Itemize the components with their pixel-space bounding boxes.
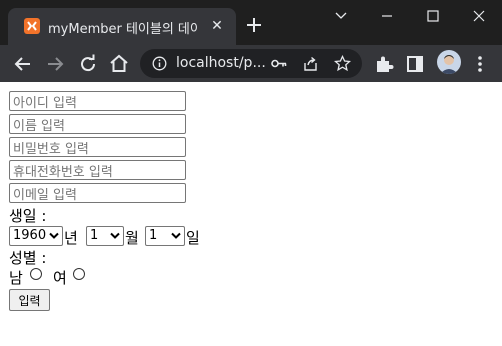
submit-button[interactable]: 입력	[9, 289, 50, 311]
day-value: 1	[149, 228, 158, 243]
day-select[interactable]: 1	[145, 226, 185, 246]
chevron-down-icon	[110, 232, 120, 239]
share-icon[interactable]	[302, 55, 319, 72]
back-arrow-icon[interactable]	[11, 52, 35, 76]
url-text: localhost/p...	[176, 55, 266, 71]
tab-strip: myMember 테이블의 데이터 ✕	[0, 0, 502, 45]
year-suffix: 년	[64, 229, 78, 247]
profile-avatar[interactable]	[437, 50, 461, 74]
chevron-down-icon	[49, 232, 59, 239]
tab-close-icon[interactable]: ✕	[208, 17, 226, 35]
address-bar[interactable]: localhost/p...	[140, 49, 362, 78]
password-field[interactable]	[9, 137, 186, 159]
new-tab-icon[interactable]	[243, 14, 265, 36]
female-radio[interactable]	[73, 268, 85, 280]
forward-arrow-icon[interactable]	[43, 52, 67, 76]
chevron-down-icon[interactable]	[318, 0, 364, 32]
page-content: 생일 : 1960 년 1 월 1 일 성별 : 남 여 입력	[0, 82, 502, 346]
male-radio[interactable]	[30, 268, 42, 280]
phone-field[interactable]	[9, 160, 186, 182]
birthday-label: 생일 :	[9, 207, 47, 225]
side-panel-icon[interactable]	[403, 52, 427, 76]
gender-label: 성별 :	[9, 249, 47, 267]
month-value: 1	[90, 228, 99, 243]
id-input[interactable]	[10, 94, 181, 113]
month-suffix: 월	[125, 229, 139, 247]
year-select[interactable]: 1960	[9, 226, 63, 246]
minimize-icon[interactable]	[364, 0, 410, 32]
browser-toolbar: localhost/p...	[0, 45, 502, 82]
chevron-down-icon	[171, 232, 181, 239]
site-info-icon[interactable]	[152, 56, 167, 71]
phone-input[interactable]	[10, 163, 181, 182]
reload-icon[interactable]	[76, 52, 100, 76]
name-input[interactable]	[10, 117, 181, 136]
xampp-favicon-icon	[24, 18, 40, 34]
day-suffix: 일	[186, 229, 200, 247]
male-label: 남	[9, 269, 23, 287]
female-label: 여	[53, 269, 67, 287]
bookmark-star-icon[interactable]	[333, 54, 352, 72]
password-input[interactable]	[10, 140, 181, 159]
month-select[interactable]: 1	[86, 226, 124, 246]
browser-tab[interactable]: myMember 테이블의 데이터 ✕	[8, 8, 236, 45]
key-icon[interactable]	[270, 55, 287, 72]
id-field[interactable]	[9, 91, 186, 113]
email-field[interactable]	[9, 183, 186, 205]
tab-title: myMember 테이블의 데이터	[48, 22, 198, 37]
extensions-puzzle-icon[interactable]	[372, 52, 396, 76]
home-icon[interactable]	[107, 52, 131, 76]
year-value: 1960	[13, 228, 47, 243]
email-input[interactable]	[10, 186, 181, 205]
close-window-icon[interactable]	[456, 0, 502, 32]
kebab-menu-icon[interactable]	[468, 52, 492, 76]
name-field[interactable]	[9, 114, 186, 136]
maximize-icon[interactable]	[410, 0, 456, 32]
